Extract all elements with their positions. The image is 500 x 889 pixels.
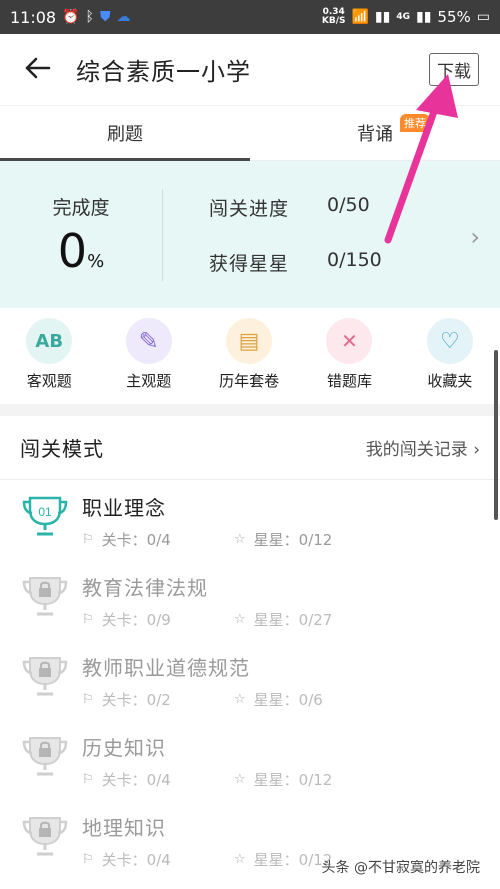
tab-practice[interactable]: 刷题	[0, 106, 250, 161]
page-title: 综合素质一小学	[76, 58, 251, 86]
menu-label: 错题库	[326, 372, 372, 390]
chevron-right-icon: ›	[470, 223, 480, 251]
star-icon: ☆	[234, 612, 246, 627]
pencil-icon: ✎	[125, 318, 172, 364]
title-bar: 综合素质一小学 下载	[0, 34, 500, 106]
menu-subjective[interactable]: ✎ 主观题	[99, 318, 199, 404]
level-stars: 星星：0/6	[253, 691, 323, 709]
locked-trophy-icon	[20, 812, 80, 880]
battery-level: 55%	[437, 8, 471, 26]
star-icon: ☆	[234, 772, 246, 787]
locked-trophy-icon	[20, 652, 80, 720]
status-bar: 11:08 ⏰ ᛒ ⛊ ☁ 0.34 KB/S 📶 ▮▮ 4G ▮▮ 55% ▭	[0, 0, 500, 34]
network-type: 4G	[396, 11, 410, 22]
heart-folder-icon: ♡	[426, 318, 473, 364]
star-icon: ☆	[234, 532, 246, 547]
section-separator	[0, 404, 500, 416]
completion-label: 完成度	[52, 196, 110, 219]
flag-icon: ⚐	[82, 852, 94, 867]
section-header: 闯关模式 我的闯关记录 ›	[0, 416, 500, 480]
shield-icon: ⛊	[99, 9, 111, 25]
star-icon: ☆	[234, 852, 246, 867]
stars-label: 获得星星	[209, 252, 290, 275]
folder-icon: ▤	[226, 318, 273, 364]
download-button[interactable]: 下载	[429, 53, 479, 86]
level-name: 职业理念	[82, 496, 166, 520]
level-stages: 关卡：0/9	[101, 611, 171, 629]
section-title: 闯关模式	[20, 437, 104, 461]
bluetooth-icon: ᛒ	[85, 9, 94, 25]
level-item[interactable]: 历史知识 ⚐ 关卡：0/4 ☆ 星星：0/12	[0, 720, 500, 800]
record-link[interactable]: 我的闯关记录 ›	[366, 435, 480, 460]
watermark: 头条 @不甘寂寞的养老院	[321, 860, 480, 876]
net-speed: 0.34 KB/S	[321, 7, 346, 26]
star-icon: ☆	[234, 692, 246, 707]
ab-icon: AB	[26, 318, 73, 364]
flag-icon: ⚐	[82, 532, 94, 547]
level-list: 01 职业理念 ⚐ 关卡：0/4 ☆ 星星：0/12 教育法律法规 ⚐ 关卡：0/9	[0, 480, 500, 880]
level-item[interactable]: 教育法律法规 ⚐ 关卡：0/9 ☆ 星星：0/27	[0, 560, 500, 640]
completion-value: 0%	[57, 223, 105, 278]
level-stars: 星星：0/27	[253, 611, 333, 629]
signal-icon-2: ▮▮	[416, 9, 432, 25]
wifi-icon: 📶	[351, 9, 369, 25]
locked-trophy-icon	[20, 572, 80, 640]
level-name: 教师职业道德规范	[82, 656, 250, 680]
status-time: 11:08	[10, 7, 57, 27]
level-stars: 星星：0/12	[253, 531, 333, 549]
level-item[interactable]: 教师职业道德规范 ⚐ 关卡：0/2 ☆ 星星：0/6	[0, 640, 500, 720]
level-name: 教育法律法规	[82, 576, 208, 600]
level-stars: 星星：0/12	[253, 851, 333, 869]
flag-icon: ⚐	[82, 692, 94, 707]
level-stages: 关卡：0/4	[101, 531, 171, 549]
menu-label: 主观题	[126, 372, 172, 390]
tab-bar: 刷题 背诵 推荐	[0, 106, 500, 161]
chevron-right-icon: ›	[473, 440, 480, 460]
tab-recite[interactable]: 背诵	[250, 106, 500, 160]
level-progress-label: 闯关进度	[209, 197, 290, 220]
menu-label: 收藏夹	[427, 372, 473, 390]
battery-icon: ▭	[476, 9, 490, 25]
locked-trophy-icon	[20, 732, 80, 800]
menu-objective[interactable]: AB 客观题	[0, 318, 99, 404]
wrong-icon: ✕	[326, 318, 373, 364]
level-name: 历史知识	[82, 736, 166, 760]
scrollbar-thumb[interactable]	[494, 350, 498, 520]
level-stages: 关卡：0/4	[101, 771, 171, 789]
signal-icon: ▮▮	[374, 9, 391, 25]
alarm-icon: ⏰	[62, 9, 80, 25]
stars-value: 0/150	[327, 248, 382, 271]
level-progress-value: 0/50	[327, 193, 370, 216]
menu-past-papers[interactable]: ▤ 历年套卷	[199, 318, 299, 404]
back-arrow-icon	[25, 57, 51, 79]
menu-label: 历年套卷	[219, 372, 280, 390]
level-name: 地理知识	[82, 816, 166, 840]
flag-icon: ⚐	[82, 612, 94, 627]
menu-favorites[interactable]: ♡ 收藏夹	[400, 318, 500, 404]
level-stars: 星星：0/12	[253, 771, 333, 789]
quick-menu: AB 客观题 ✎ 主观题 ▤ 历年套卷 ✕ 错题库 ♡ 收藏夹	[0, 308, 500, 404]
menu-label: 客观题	[26, 372, 72, 390]
level-stages: 关卡：0/2	[101, 691, 171, 709]
svg-text:01: 01	[38, 505, 52, 519]
trophy-icon: 01	[20, 492, 80, 560]
cloud-icon: ☁	[116, 9, 131, 25]
back-button[interactable]	[0, 52, 76, 87]
menu-wrong-questions[interactable]: ✕ 错题库	[299, 318, 399, 404]
flag-icon: ⚐	[82, 772, 94, 787]
level-item[interactable]: 01 职业理念 ⚐ 关卡：0/4 ☆ 星星：0/12	[0, 480, 500, 560]
level-stages: 关卡：0/4	[101, 851, 171, 869]
recommend-badge: 推荐	[400, 114, 430, 132]
progress-card[interactable]: 完成度 0% 闯关进度 0/50 获得星星 0/150 ›	[0, 161, 500, 308]
